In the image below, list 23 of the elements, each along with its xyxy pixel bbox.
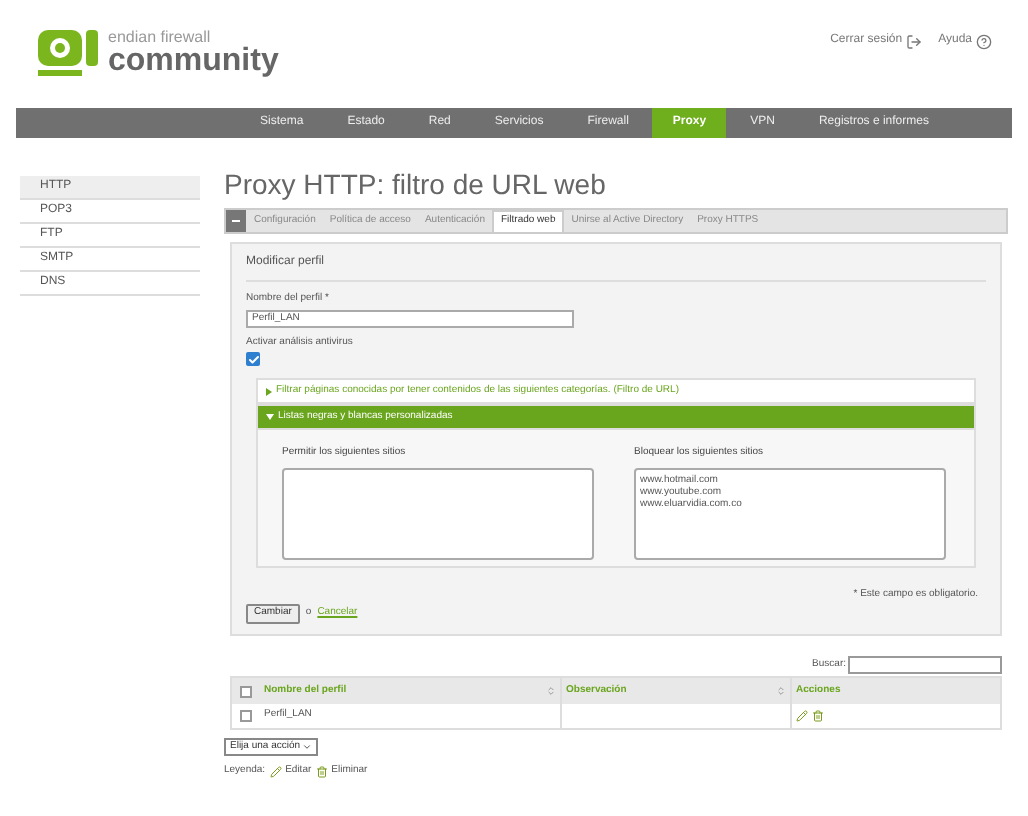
sort-icon bbox=[546, 686, 556, 696]
check-icon bbox=[247, 353, 259, 365]
collapsed-icon bbox=[266, 387, 272, 395]
select-all-checkbox[interactable] bbox=[240, 685, 252, 697]
expanded-icon bbox=[266, 414, 274, 420]
logo-subtitle: endian firewall bbox=[108, 30, 213, 46]
row-checkbox[interactable] bbox=[240, 710, 252, 722]
minus-icon bbox=[232, 220, 240, 222]
logout-icon bbox=[906, 33, 923, 49]
dropdown-icon bbox=[302, 742, 313, 752]
edit-icon bbox=[269, 765, 282, 778]
page-title: Proxy HTTP: filtro de URL web bbox=[224, 166, 608, 202]
trash-icon[interactable] bbox=[812, 710, 824, 722]
logo-icon bbox=[36, 28, 100, 80]
antivirus-checkbox[interactable] bbox=[246, 352, 260, 366]
sort-icon bbox=[776, 686, 786, 696]
trash-icon bbox=[315, 765, 328, 778]
search-field[interactable] bbox=[848, 656, 1002, 674]
logo-title: community bbox=[108, 46, 279, 78]
collapse-tab[interactable] bbox=[226, 210, 246, 232]
edit-icon[interactable] bbox=[796, 710, 808, 722]
sites-textarea[interactable] bbox=[282, 467, 594, 559]
help-icon bbox=[976, 33, 992, 49]
